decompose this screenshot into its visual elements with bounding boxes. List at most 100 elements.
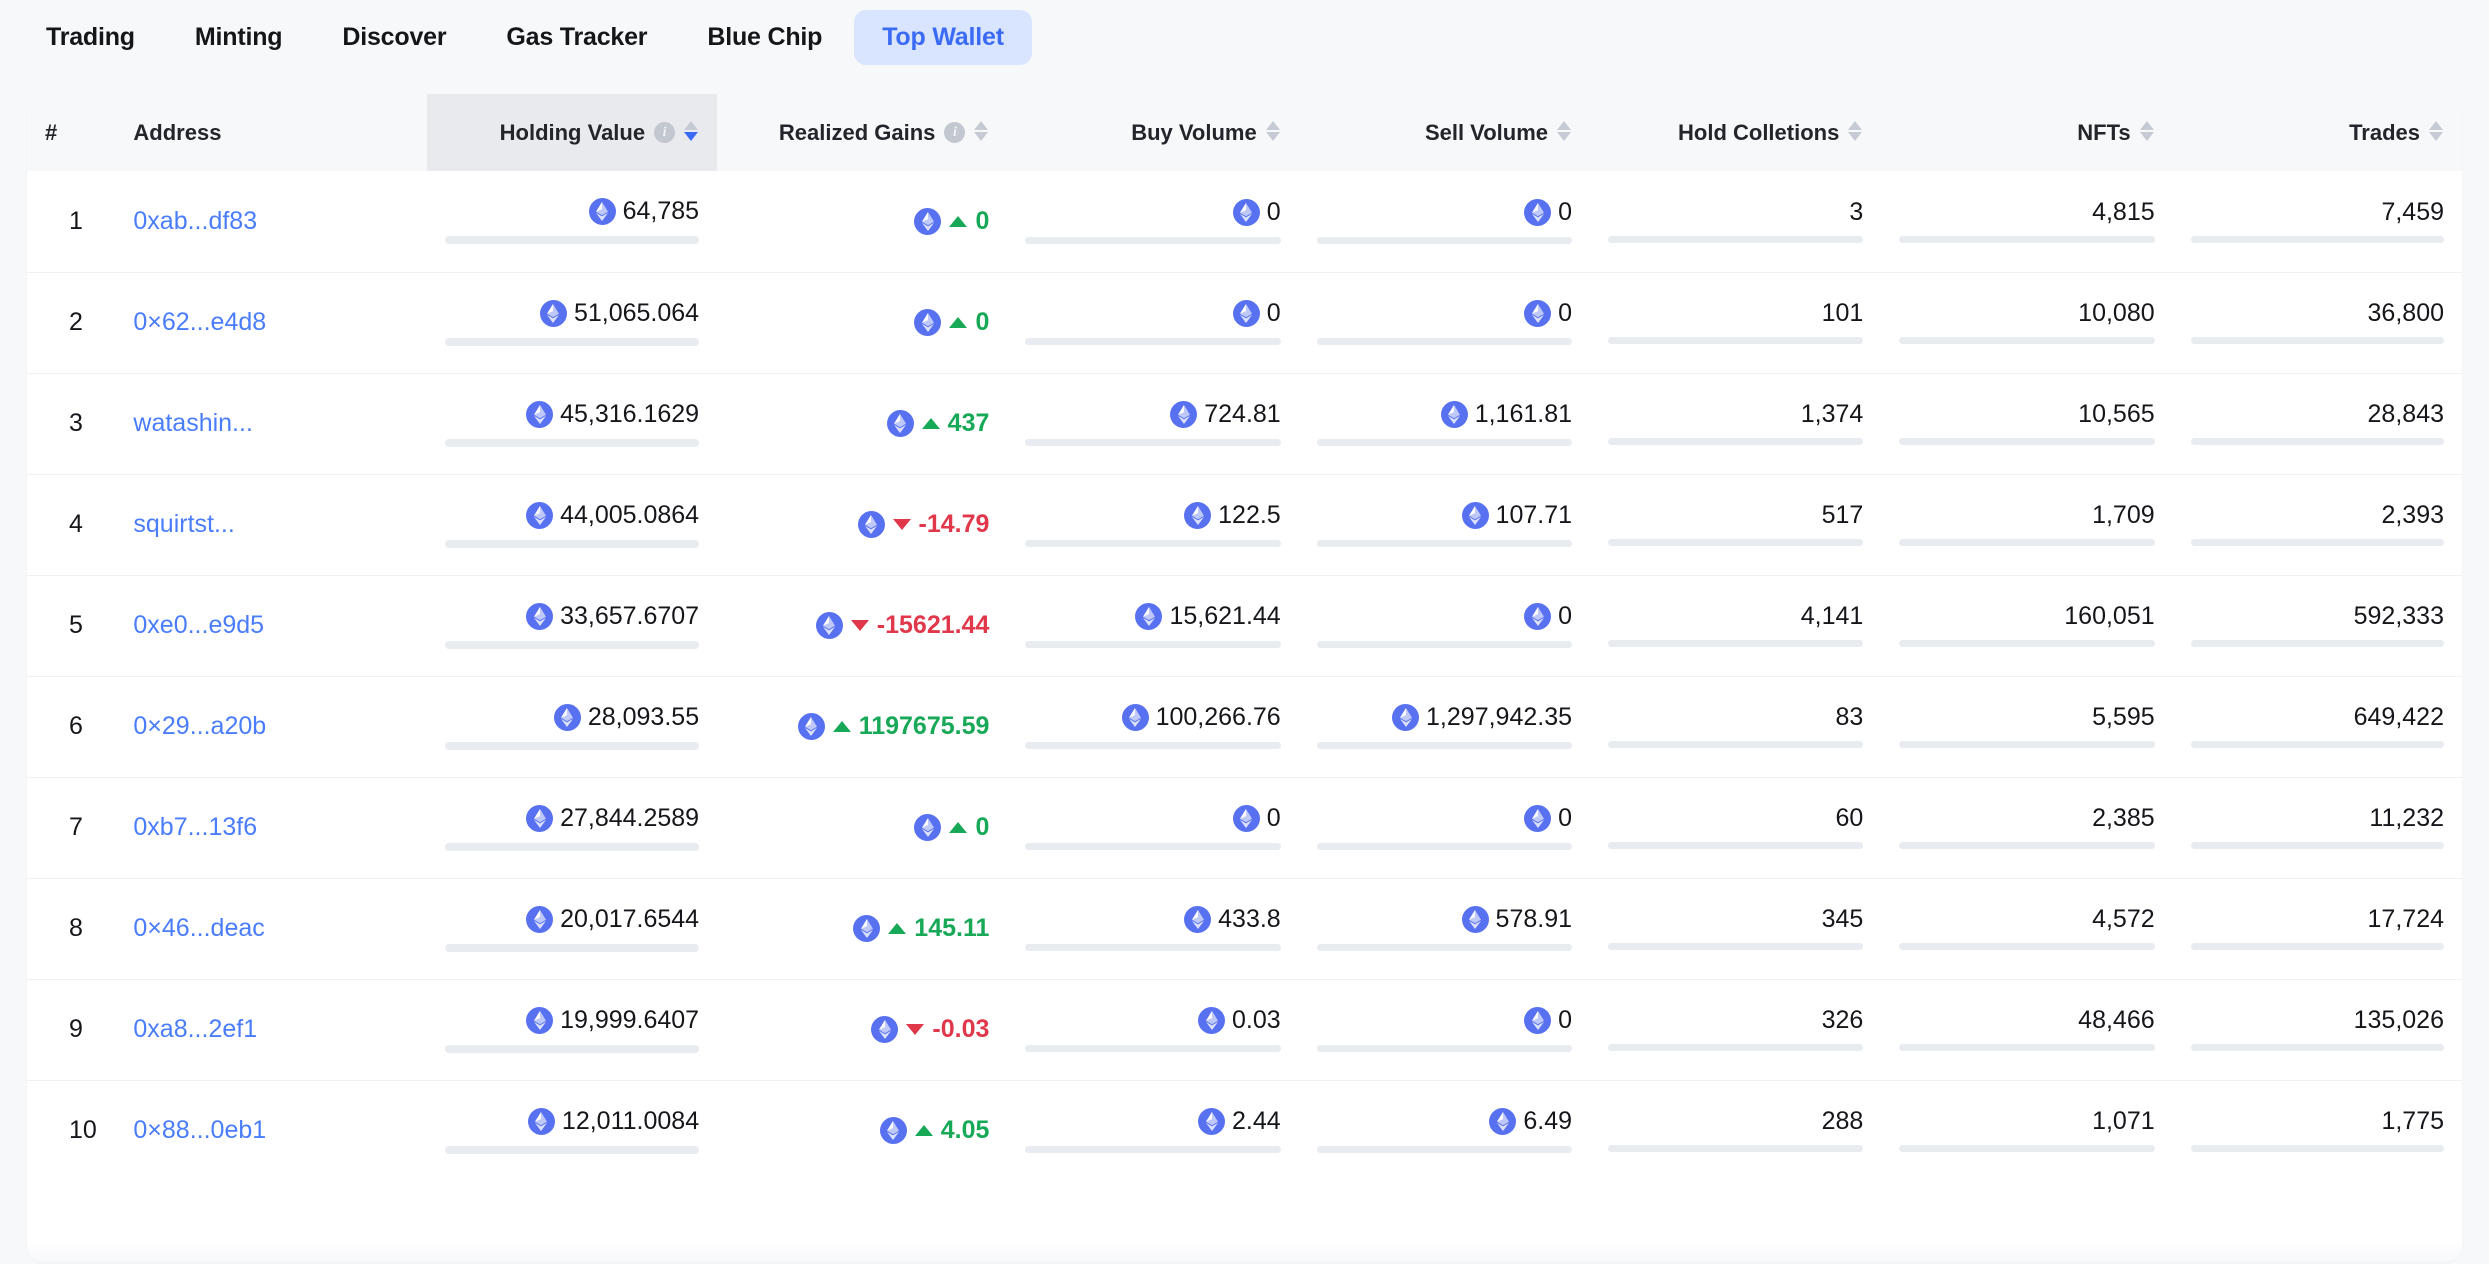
column-header-nfts[interactable]: NFTs — [1881, 94, 2172, 171]
cell-rank: 8 — [27, 878, 115, 979]
table-row[interactable]: 80×46...deac20,017.6544145.11433.8578.91… — [27, 878, 2462, 979]
trades-bar — [2191, 1044, 2444, 1051]
info-icon[interactable]: i — [944, 122, 965, 143]
column-header-rank[interactable]: # — [27, 94, 115, 171]
tab-minting[interactable]: Minting — [167, 10, 310, 65]
column-header-addr[interactable]: Address — [115, 94, 426, 171]
triangle-up-icon — [949, 822, 967, 833]
metric-buy-volume: 0 — [1025, 805, 1280, 850]
wallet-address-link[interactable]: squirtst... — [133, 510, 234, 538]
realized-gains-text: -14.79 — [919, 512, 990, 537]
metric-buy-volume: 433.8 — [1025, 906, 1280, 951]
table-row[interactable]: 60×29...a20b28,093.551197675.59100,266.7… — [27, 676, 2462, 777]
table-row[interactable]: 50xe0...e9d533,657.6707-15621.4415,621.4… — [27, 575, 2462, 676]
column-header-trades[interactable]: Trades — [2173, 94, 2462, 171]
metric-realized-gains: -0.03 — [735, 1016, 989, 1043]
cell-trades: 28,843 — [2173, 373, 2462, 474]
sort-arrows-icon[interactable] — [974, 121, 989, 145]
triangle-up-icon — [915, 1125, 933, 1136]
trades-text: 1,775 — [2381, 1109, 2444, 1134]
table-row[interactable]: 20×62...e4d851,065.06400010110,08036,800 — [27, 272, 2462, 373]
metric-nfts: 10,080 — [1899, 301, 2154, 344]
metric-holding-value: 12,011.0084 — [445, 1108, 699, 1154]
wallet-address-link[interactable]: 0xb7...13f6 — [133, 813, 257, 841]
metric-realized-gains: 1197675.59 — [735, 713, 989, 740]
cell-hold-collections: 288 — [1590, 1080, 1881, 1181]
hold-collections-bar — [1608, 438, 1863, 445]
cell-holding-value: 33,657.6707 — [427, 575, 717, 676]
nfts-value: 2,385 — [2092, 806, 2155, 831]
wallet-address-link[interactable]: 0×29...a20b — [133, 712, 266, 740]
cell-buy-volume: 0 — [1007, 272, 1298, 373]
ethereum-icon — [526, 1007, 553, 1034]
cell-sell-volume: 0 — [1299, 575, 1590, 676]
metric-trades: 28,843 — [2191, 402, 2444, 445]
sort-arrows-icon[interactable] — [2429, 121, 2444, 145]
wallet-address-link[interactable]: 0×62...e4d8 — [133, 308, 266, 336]
buy-volume-bar — [1025, 338, 1280, 345]
trades-bar — [2191, 337, 2444, 344]
cell-holding-value: 28,093.55 — [427, 676, 717, 777]
cell-nfts: 1,709 — [1881, 474, 2172, 575]
metric-holding-value: 44,005.0864 — [445, 502, 699, 548]
metric-holding-value: 19,999.6407 — [445, 1007, 699, 1053]
cell-rank: 6 — [27, 676, 115, 777]
table-row[interactable]: 4squirtst...44,005.0864-14.79122.5107.71… — [27, 474, 2462, 575]
tab-trading[interactable]: Trading — [18, 10, 163, 65]
tab-gas-tracker[interactable]: Gas Tracker — [478, 10, 675, 65]
holding-value-text: 44,005.0864 — [560, 503, 699, 528]
hold-collections-text: 60 — [1836, 806, 1864, 831]
wallet-address-link[interactable]: watashin... — [133, 409, 253, 437]
metric-sell-volume: 0 — [1317, 805, 1572, 850]
tab-blue-chip[interactable]: Blue Chip — [679, 10, 850, 65]
realized-gains-text: 0 — [975, 815, 989, 840]
sort-arrows-icon[interactable] — [1557, 121, 1572, 145]
column-header-buy[interactable]: Buy Volume — [1007, 94, 1298, 171]
sell-volume-value: 1,161.81 — [1441, 401, 1572, 428]
metric-realized-gains: 0 — [735, 814, 989, 841]
wallet-address-link[interactable]: 0×88...0eb1 — [133, 1116, 266, 1144]
tab-discover[interactable]: Discover — [314, 10, 474, 65]
cell-realized-gains: -15621.44 — [717, 575, 1007, 676]
table-row[interactable]: 100×88...0eb112,011.00844.052.446.492881… — [27, 1080, 2462, 1181]
table-row[interactable]: 90xa8...2ef119,999.6407-0.030.03032648,4… — [27, 979, 2462, 1080]
column-header-gain[interactable]: Realized Gainsi — [717, 94, 1007, 171]
ethereum-icon — [1392, 704, 1419, 731]
cell-rank: 1 — [27, 171, 115, 272]
cell-address: 0xb7...13f6 — [115, 777, 426, 878]
trades-text: 649,422 — [2354, 705, 2444, 730]
column-header-hold[interactable]: Holding Valuei — [427, 94, 717, 171]
hold-collections-value: 326 — [1822, 1008, 1864, 1033]
tab-top-wallet[interactable]: Top Wallet — [854, 10, 1032, 65]
column-header-sell[interactable]: Sell Volume — [1299, 94, 1590, 171]
wallet-address-link[interactable]: 0xa8...2ef1 — [133, 1015, 257, 1043]
hold-collections-value: 1,374 — [1801, 402, 1864, 427]
wallet-address-link[interactable]: 0xe0...e9d5 — [133, 611, 264, 639]
table-row[interactable]: 3watashin...45,316.1629437724.811,161.81… — [27, 373, 2462, 474]
hold-collections-text: 517 — [1822, 503, 1864, 528]
table-row[interactable]: 70xb7...13f627,844.2589000602,38511,232 — [27, 777, 2462, 878]
buy-volume-bar — [1025, 1045, 1280, 1052]
sort-arrows-icon[interactable] — [1266, 121, 1281, 145]
buy-volume-value: 15,621.44 — [1135, 603, 1280, 630]
sort-arrows-icon[interactable] — [2140, 121, 2155, 145]
metric-holding-value: 33,657.6707 — [445, 603, 699, 649]
wallet-address-link[interactable]: 0xab...df83 — [133, 207, 257, 235]
ethereum-icon — [1233, 805, 1260, 832]
holding-value-text: 27,844.2589 — [560, 806, 699, 831]
cell-sell-volume: 0 — [1299, 272, 1590, 373]
buy-volume-text: 433.8 — [1218, 907, 1281, 932]
metric-nfts: 4,572 — [1899, 907, 2154, 950]
cell-address: 0xab...df83 — [115, 171, 426, 272]
sort-arrows-icon[interactable] — [684, 121, 699, 145]
hold-collections-text: 326 — [1822, 1008, 1864, 1033]
cell-address: 0xe0...e9d5 — [115, 575, 426, 676]
table-row[interactable]: 10xab...df8364,78500034,8157,459 — [27, 171, 2462, 272]
wallet-address-link[interactable]: 0×46...deac — [133, 914, 264, 942]
info-icon[interactable]: i — [654, 122, 675, 143]
sort-arrows-icon[interactable] — [1848, 121, 1863, 145]
trades-text: 11,232 — [2369, 806, 2444, 831]
holding-value-bar — [445, 236, 699, 244]
trades-text: 7,459 — [2381, 200, 2444, 225]
column-header-coll[interactable]: Hold Colletions — [1590, 94, 1881, 171]
